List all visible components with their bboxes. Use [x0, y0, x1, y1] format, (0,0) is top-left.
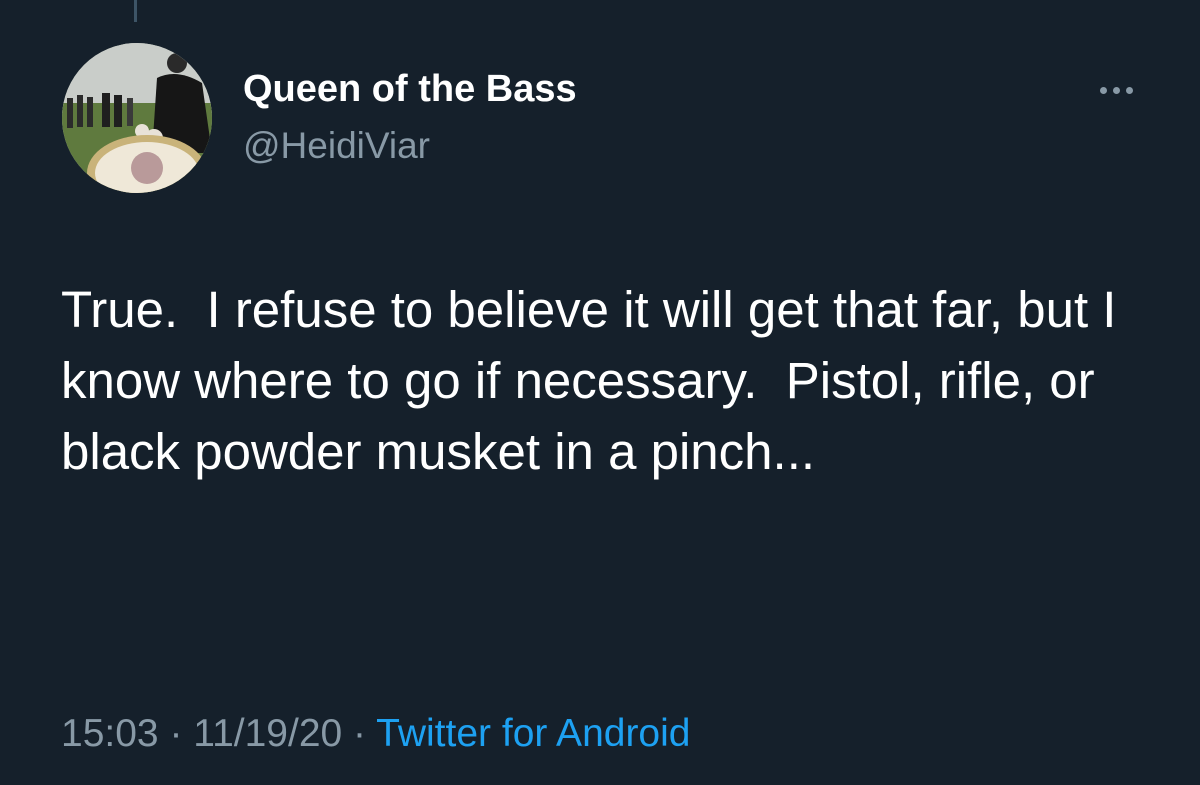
tweet-text: True. I refuse to believe it will get th…	[61, 281, 1131, 480]
tweet-date[interactable]: 11/19/20	[193, 712, 342, 755]
more-dots-icon	[1112, 86, 1120, 94]
tweet-source-link[interactable]: Twitter for Android	[376, 712, 690, 755]
author-display-name[interactable]: Queen of the Bass	[243, 67, 577, 111]
more-options-button[interactable]	[1090, 72, 1142, 108]
thread-connector-line	[134, 0, 137, 22]
author-handle[interactable]: @HeidiViar	[243, 124, 430, 168]
avatar[interactable]	[62, 43, 212, 193]
tweet-time[interactable]: 15:03	[61, 712, 159, 755]
meta-separator: ·	[158, 712, 194, 755]
tweet-metadata: 15:03 · 11/19/20 · Twitter for Android	[61, 711, 690, 757]
more-dots-icon	[1125, 86, 1133, 94]
more-dots-icon	[1099, 86, 1107, 94]
avatar-photo	[62, 43, 212, 193]
meta-separator: ·	[342, 712, 377, 755]
